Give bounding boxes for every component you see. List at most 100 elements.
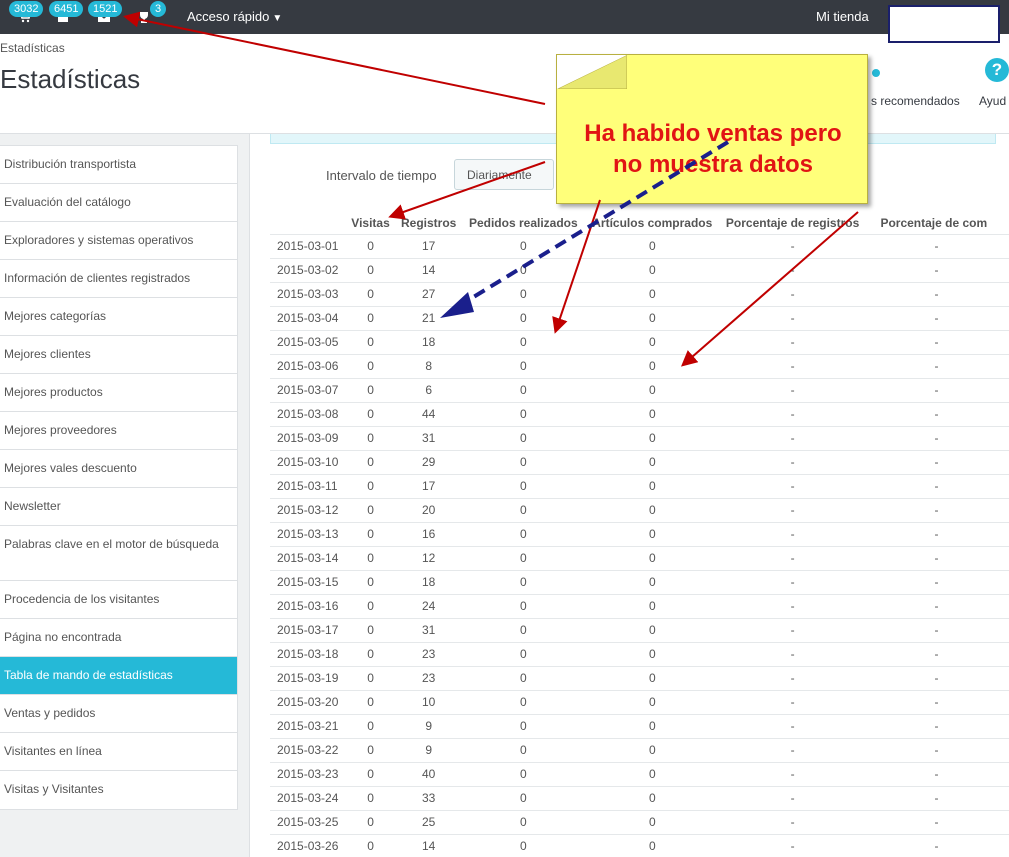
column-header-porcentaje-compras: Porcentaje de com — [880, 215, 988, 230]
help-icon[interactable]: ? — [985, 58, 1009, 82]
table-cell: - — [716, 737, 869, 762]
table-cell: 2015-03-19 — [270, 665, 343, 690]
sidebar-item-mejores-categorias[interactable]: Mejores categorías — [0, 298, 237, 336]
table-cell: - — [716, 833, 869, 857]
table-cell: 2015-03-03 — [270, 281, 343, 306]
recommended-modules-link[interactable]: s recomendados — [871, 94, 960, 108]
help-link[interactable]: Ayud — [979, 94, 1006, 108]
sidebar-item-exploradores[interactable]: Exploradores y sistemas operativos — [0, 222, 237, 260]
table-cell: 0 — [342, 425, 399, 450]
sidebar-item-evaluacion-catalogo[interactable]: Evaluación del catálogo — [0, 184, 237, 222]
table-cell: 0 — [458, 377, 588, 402]
table-cell: 0 — [587, 233, 717, 258]
table-cell: - — [716, 809, 869, 834]
table-cell: 0 — [587, 281, 717, 306]
table-cell: - — [716, 257, 869, 282]
table-row: 2015-03-13 0 16 0 0- - — [270, 521, 1009, 546]
sidebar-item-newsletter[interactable]: Newsletter — [0, 488, 237, 526]
table-cell: - — [716, 641, 869, 666]
table-cell: 0 — [342, 641, 399, 666]
annotation-line-1: Ha habido ventas pero — [584, 120, 842, 147]
sidebar-item-visitas-visitantes[interactable]: Visitas y Visitantes — [0, 771, 237, 809]
sidebar-item-mejores-clientes[interactable]: Mejores clientes — [0, 336, 237, 374]
recommended-modules-icon[interactable] — [872, 69, 880, 77]
table-cell: 0 — [342, 257, 399, 282]
table-cell: 2015-03-17 — [270, 617, 343, 642]
sidebar-item-palabras-clave[interactable]: Palabras clave en el motor de búsqueda — [0, 526, 237, 581]
table-cell: 0 — [587, 377, 717, 402]
table-cell: - — [868, 473, 1009, 498]
table-row: 2015-03-24 0 33 0 0- - — [270, 785, 1009, 810]
table-cell: 0 — [342, 401, 399, 426]
table-cell: - — [716, 689, 869, 714]
table-cell: - — [716, 425, 869, 450]
table-cell: - — [716, 545, 869, 570]
sidebar-item-procedencia[interactable]: Procedencia de los visitantes — [0, 581, 237, 619]
table-cell: - — [868, 617, 1009, 642]
shop-link[interactable]: Mi tienda — [816, 9, 869, 24]
column-header-porcentaje-registros: Porcentaje de registros — [725, 215, 860, 230]
table-cell: 0 — [342, 689, 399, 714]
table-cell: - — [716, 305, 869, 330]
sidebar-item-info-clientes[interactable]: Información de clientes registrados — [0, 260, 237, 298]
sidebar-item-mejores-vales[interactable]: Mejores vales descuento — [0, 450, 237, 488]
table-cell: - — [868, 353, 1009, 378]
table-row: 2015-03-07 0 6 0 0- - — [270, 377, 1009, 402]
table-cell: 0 — [342, 617, 399, 642]
sidebar-item-visitantes-linea[interactable]: Visitantes en línea — [0, 733, 237, 771]
table-row: 2015-03-04 0 21 0 0- - — [270, 305, 1009, 330]
table-cell: 0 — [458, 737, 588, 762]
table-cell: 2015-03-01 — [270, 233, 343, 258]
table-cell: 0 — [342, 833, 399, 857]
table-cell: 2015-03-24 — [270, 785, 343, 810]
table-cell: 0 — [342, 521, 399, 546]
table-cell: - — [716, 401, 869, 426]
trophy-icon[interactable] — [137, 9, 151, 23]
table-row: 2015-03-09 0 31 0 0- - — [270, 425, 1009, 450]
breadcrumb[interactable]: Estadísticas — [0, 41, 65, 55]
table-row: 2015-03-10 0 29 0 0- - — [270, 449, 1009, 474]
table-cell: - — [868, 401, 1009, 426]
achievements-badge: 3 — [150, 1, 167, 17]
table-cell: 21 — [398, 305, 459, 330]
interval-select[interactable]: Diariamente — [454, 159, 554, 190]
table-cell: 0 — [342, 233, 399, 258]
table-cell: 29 — [398, 449, 459, 474]
quick-access-menu[interactable]: Acceso rápido ▼ — [187, 9, 282, 24]
column-header-registros: Registros — [401, 215, 457, 230]
table-cell: 0 — [342, 545, 399, 570]
table-cell: 27 — [398, 281, 459, 306]
table-cell: - — [868, 713, 1009, 738]
table-cell: 0 — [458, 809, 588, 834]
sidebar-item-ventas-pedidos[interactable]: Ventas y pedidos — [0, 695, 237, 733]
table-cell: 0 — [458, 641, 588, 666]
table-cell: 0 — [458, 689, 588, 714]
table-cell: 0 — [587, 737, 717, 762]
table-cell: 0 — [342, 785, 399, 810]
sidebar-item-tabla-mando[interactable]: Tabla de mando de estadísticas — [0, 657, 237, 695]
messages-badge: 1521 — [88, 1, 123, 17]
table-cell: 2015-03-10 — [270, 449, 343, 474]
table-cell: 23 — [398, 665, 459, 690]
table-cell: 0 — [458, 833, 588, 857]
table-row: 2015-03-25 0 25 0 0- - — [270, 809, 1009, 834]
sidebar-item-mejores-proveedores[interactable]: Mejores proveedores — [0, 412, 237, 450]
table-row: 2015-03-23 0 40 0 0- - — [270, 761, 1009, 786]
sidebar-item-pagina-no-encontrada[interactable]: Página no encontrada — [0, 619, 237, 657]
table-row: 2015-03-15 0 18 0 0- - — [270, 569, 1009, 594]
table-cell: 6 — [398, 377, 459, 402]
table-cell: - — [868, 497, 1009, 522]
interval-label: Intervalo de tiempo — [326, 168, 437, 183]
sidebar-item-mejores-productos[interactable]: Mejores productos — [0, 374, 237, 412]
table-cell: - — [868, 689, 1009, 714]
sidebar-item-distribucion-transportista[interactable]: Distribución transportista — [0, 146, 237, 184]
annotation-note: Ha habido ventas pero no muestra datos — [556, 54, 868, 204]
table-cell: 2015-03-09 — [270, 425, 343, 450]
table-cell: 0 — [587, 641, 717, 666]
table-cell: 0 — [342, 377, 399, 402]
table-cell: - — [716, 233, 869, 258]
column-header-articulos: Artículos comprados — [592, 215, 713, 230]
table-cell: 20 — [398, 497, 459, 522]
table-row: 2015-03-16 0 24 0 0- - — [270, 593, 1009, 618]
table-cell: 2015-03-25 — [270, 809, 343, 834]
